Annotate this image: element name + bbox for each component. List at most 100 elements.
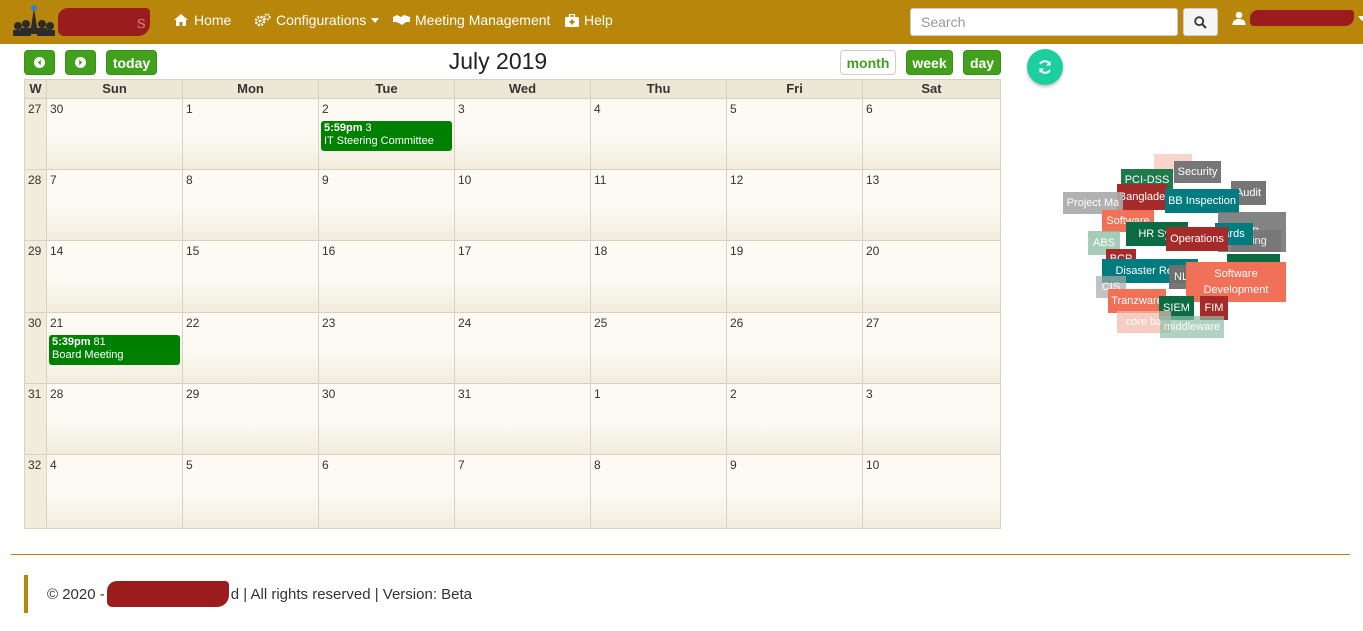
- tag-item[interactable]: Security: [1174, 161, 1221, 183]
- day-number[interactable]: 6: [866, 102, 873, 116]
- day-cell[interactable]: 2 5:59pm 3 IT Steering Committee: [318, 99, 454, 170]
- day-number[interactable]: 7: [458, 458, 465, 472]
- day-cell[interactable]: 1: [590, 383, 726, 454]
- day-cell[interactable]: 1: [182, 99, 318, 170]
- day-cell[interactable]: 22: [182, 312, 318, 383]
- tag-item[interactable]: BB Inspection: [1165, 189, 1239, 213]
- day-number[interactable]: 5: [730, 102, 737, 116]
- nav-meeting-management[interactable]: Meeting Management: [393, 12, 550, 28]
- day-cell[interactable]: 16: [318, 241, 454, 312]
- day-number[interactable]: 16: [322, 244, 335, 258]
- day-cell[interactable]: 5: [182, 455, 318, 528]
- day-cell[interactable]: 24: [454, 312, 590, 383]
- day-cell[interactable]: 5: [726, 99, 862, 170]
- day-number[interactable]: 31: [458, 387, 471, 401]
- day-cell[interactable]: 15: [182, 241, 318, 312]
- day-number[interactable]: 10: [866, 458, 879, 472]
- today-button[interactable]: today: [106, 50, 157, 75]
- day-number[interactable]: 5: [186, 458, 193, 472]
- day-number[interactable]: 8: [594, 458, 601, 472]
- nav-configurations[interactable]: Configurations: [254, 12, 380, 28]
- day-number[interactable]: 23: [322, 316, 335, 330]
- day-number[interactable]: 3: [866, 387, 873, 401]
- user-menu[interactable]: [1232, 10, 1363, 26]
- day-cell[interactable]: 10: [454, 170, 590, 241]
- day-cell[interactable]: 3: [454, 99, 590, 170]
- day-number[interactable]: 17: [458, 244, 471, 258]
- tag-item[interactable]: Tranzware: [1108, 289, 1166, 313]
- day-cell[interactable]: 31: [454, 383, 590, 454]
- day-number[interactable]: 11: [594, 173, 606, 187]
- day-number[interactable]: 2: [322, 102, 329, 116]
- day-cell[interactable]: 18: [590, 241, 726, 312]
- day-number[interactable]: 7: [50, 173, 57, 187]
- view-month-button[interactable]: month: [840, 50, 896, 75]
- day-cell[interactable]: 30: [46, 99, 182, 170]
- day-number[interactable]: 1: [186, 102, 193, 116]
- day-number[interactable]: 14: [50, 244, 63, 258]
- day-number[interactable]: 4: [594, 102, 601, 116]
- day-number[interactable]: 30: [50, 102, 63, 116]
- refresh-button[interactable]: [1027, 49, 1063, 85]
- day-number[interactable]: 18: [594, 244, 607, 258]
- day-number[interactable]: 27: [866, 316, 879, 330]
- day-cell[interactable]: 7: [454, 455, 590, 528]
- view-day-button[interactable]: day: [963, 50, 1001, 75]
- day-number[interactable]: 29: [186, 387, 199, 401]
- day-number[interactable]: 1: [594, 387, 601, 401]
- day-number[interactable]: 9: [730, 458, 737, 472]
- day-cell[interactable]: 23: [318, 312, 454, 383]
- nav-home[interactable]: Home: [173, 12, 231, 28]
- day-cell[interactable]: 25: [590, 312, 726, 383]
- day-number[interactable]: 24: [458, 316, 471, 330]
- day-number[interactable]: 30: [322, 387, 335, 401]
- day-number[interactable]: 9: [322, 173, 329, 187]
- day-cell[interactable]: 6: [318, 455, 454, 528]
- calendar-event[interactable]: 5:59pm 3 IT Steering Committee: [321, 121, 452, 151]
- day-cell[interactable]: 29: [182, 383, 318, 454]
- day-cell[interactable]: 13: [862, 170, 1000, 241]
- calendar-event[interactable]: 5:39pm 81 Board Meeting: [49, 334, 180, 365]
- day-cell[interactable]: 19: [726, 241, 862, 312]
- day-cell[interactable]: 4: [590, 99, 726, 170]
- day-number[interactable]: 4: [50, 458, 57, 472]
- next-month-button[interactable]: [65, 50, 96, 75]
- day-cell[interactable]: 7: [46, 170, 182, 241]
- day-number[interactable]: 22: [186, 316, 199, 330]
- search-input[interactable]: [910, 8, 1178, 36]
- day-number[interactable]: 26: [730, 316, 743, 330]
- day-number[interactable]: 6: [322, 458, 329, 472]
- day-number[interactable]: 28: [50, 387, 63, 401]
- day-cell[interactable]: 10: [862, 455, 1000, 528]
- day-cell[interactable]: 9: [318, 170, 454, 241]
- day-cell[interactable]: 20: [862, 241, 1000, 312]
- day-number[interactable]: 12: [730, 173, 743, 187]
- day-number[interactable]: 3: [458, 102, 465, 116]
- day-cell[interactable]: 2: [726, 383, 862, 454]
- day-number[interactable]: 15: [186, 244, 199, 258]
- prev-month-button[interactable]: [24, 50, 55, 75]
- day-number[interactable]: 20: [866, 244, 879, 258]
- day-cell[interactable]: 4: [46, 455, 182, 528]
- day-cell[interactable]: 6: [862, 99, 1000, 170]
- day-cell[interactable]: 3: [862, 383, 1000, 454]
- day-number[interactable]: 8: [186, 173, 193, 187]
- tag-item[interactable]: middleware: [1160, 316, 1224, 338]
- nav-help[interactable]: Help: [565, 12, 613, 28]
- day-cell[interactable]: 21 5:39pm 81 Board Meeting: [46, 312, 182, 383]
- day-cell[interactable]: 11: [590, 170, 726, 241]
- day-cell[interactable]: 17: [454, 241, 590, 312]
- app-logo[interactable]: s: [10, 4, 150, 38]
- day-cell[interactable]: 27: [862, 312, 1000, 383]
- day-cell[interactable]: 28: [46, 383, 182, 454]
- search-button[interactable]: [1183, 8, 1218, 36]
- day-number[interactable]: 19: [730, 244, 743, 258]
- day-cell[interactable]: 8: [590, 455, 726, 528]
- view-week-button[interactable]: week: [906, 50, 953, 75]
- day-cell[interactable]: 8: [182, 170, 318, 241]
- day-cell[interactable]: 14: [46, 241, 182, 312]
- day-cell[interactable]: 9: [726, 455, 862, 528]
- day-number[interactable]: 25: [594, 316, 607, 330]
- day-cell[interactable]: 30: [318, 383, 454, 454]
- day-number[interactable]: 13: [866, 173, 879, 187]
